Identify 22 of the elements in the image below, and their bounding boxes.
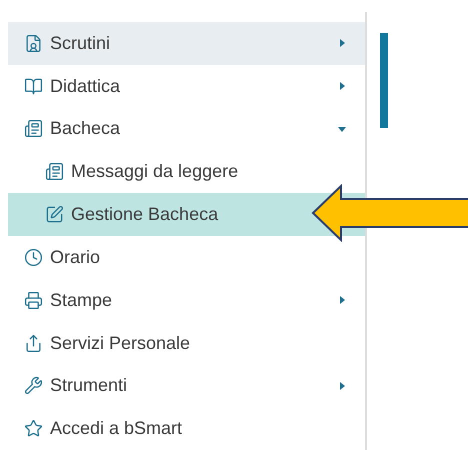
menu-label: Orario bbox=[50, 246, 100, 270]
menu-label: Scrutini bbox=[50, 32, 110, 55]
menu-label: Servizi Personale bbox=[50, 332, 190, 355]
menu-item[interactable]: Gestione Bacheca bbox=[8, 193, 310, 236]
menu-label: Gestione Bacheca bbox=[71, 203, 218, 226]
menu-label: Didattica bbox=[50, 74, 120, 98]
book-icon bbox=[24, 76, 43, 96]
printer-icon bbox=[24, 290, 43, 310]
wrench-icon bbox=[24, 376, 43, 396]
menu-label: Bacheca bbox=[50, 117, 120, 140]
clock-icon bbox=[24, 248, 43, 268]
star-icon bbox=[24, 419, 43, 438]
newspaper-icon bbox=[24, 119, 43, 138]
menu-label: Messaggi da leggere bbox=[71, 160, 238, 184]
edit-icon bbox=[45, 205, 64, 224]
file-person-icon bbox=[24, 34, 43, 53]
menu-label: Strumenti bbox=[50, 374, 128, 398]
menu-label: Accedi a bSmart bbox=[50, 417, 182, 440]
newspaper-icon bbox=[45, 162, 64, 182]
menu-item[interactable]: Scrutini bbox=[8, 22, 365, 65]
share-icon bbox=[24, 334, 43, 353]
menu-label: Stampe bbox=[50, 288, 112, 312]
